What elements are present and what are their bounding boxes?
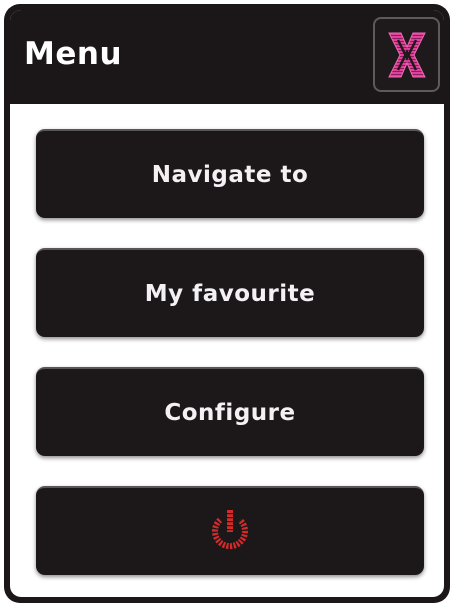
my-favourite-button[interactable]: My favourite [36,248,424,337]
configure-button[interactable]: Configure [36,367,424,456]
title-bar: Menu [10,10,444,104]
power-button[interactable] [36,486,424,575]
menu-screen: Menu Navigate to My favourite Configure [10,10,444,597]
page-title: Menu [24,36,123,72]
power-icon [212,509,248,549]
configure-label: Configure [164,399,296,426]
navigate-to-label: Navigate to [151,161,309,188]
device-frame: Menu Navigate to My favourite Configure [4,4,450,603]
my-favourite-label: My favourite [144,280,316,307]
close-x-icon [387,32,426,77]
close-button[interactable] [373,17,440,92]
navigate-to-button[interactable]: Navigate to [36,129,424,218]
